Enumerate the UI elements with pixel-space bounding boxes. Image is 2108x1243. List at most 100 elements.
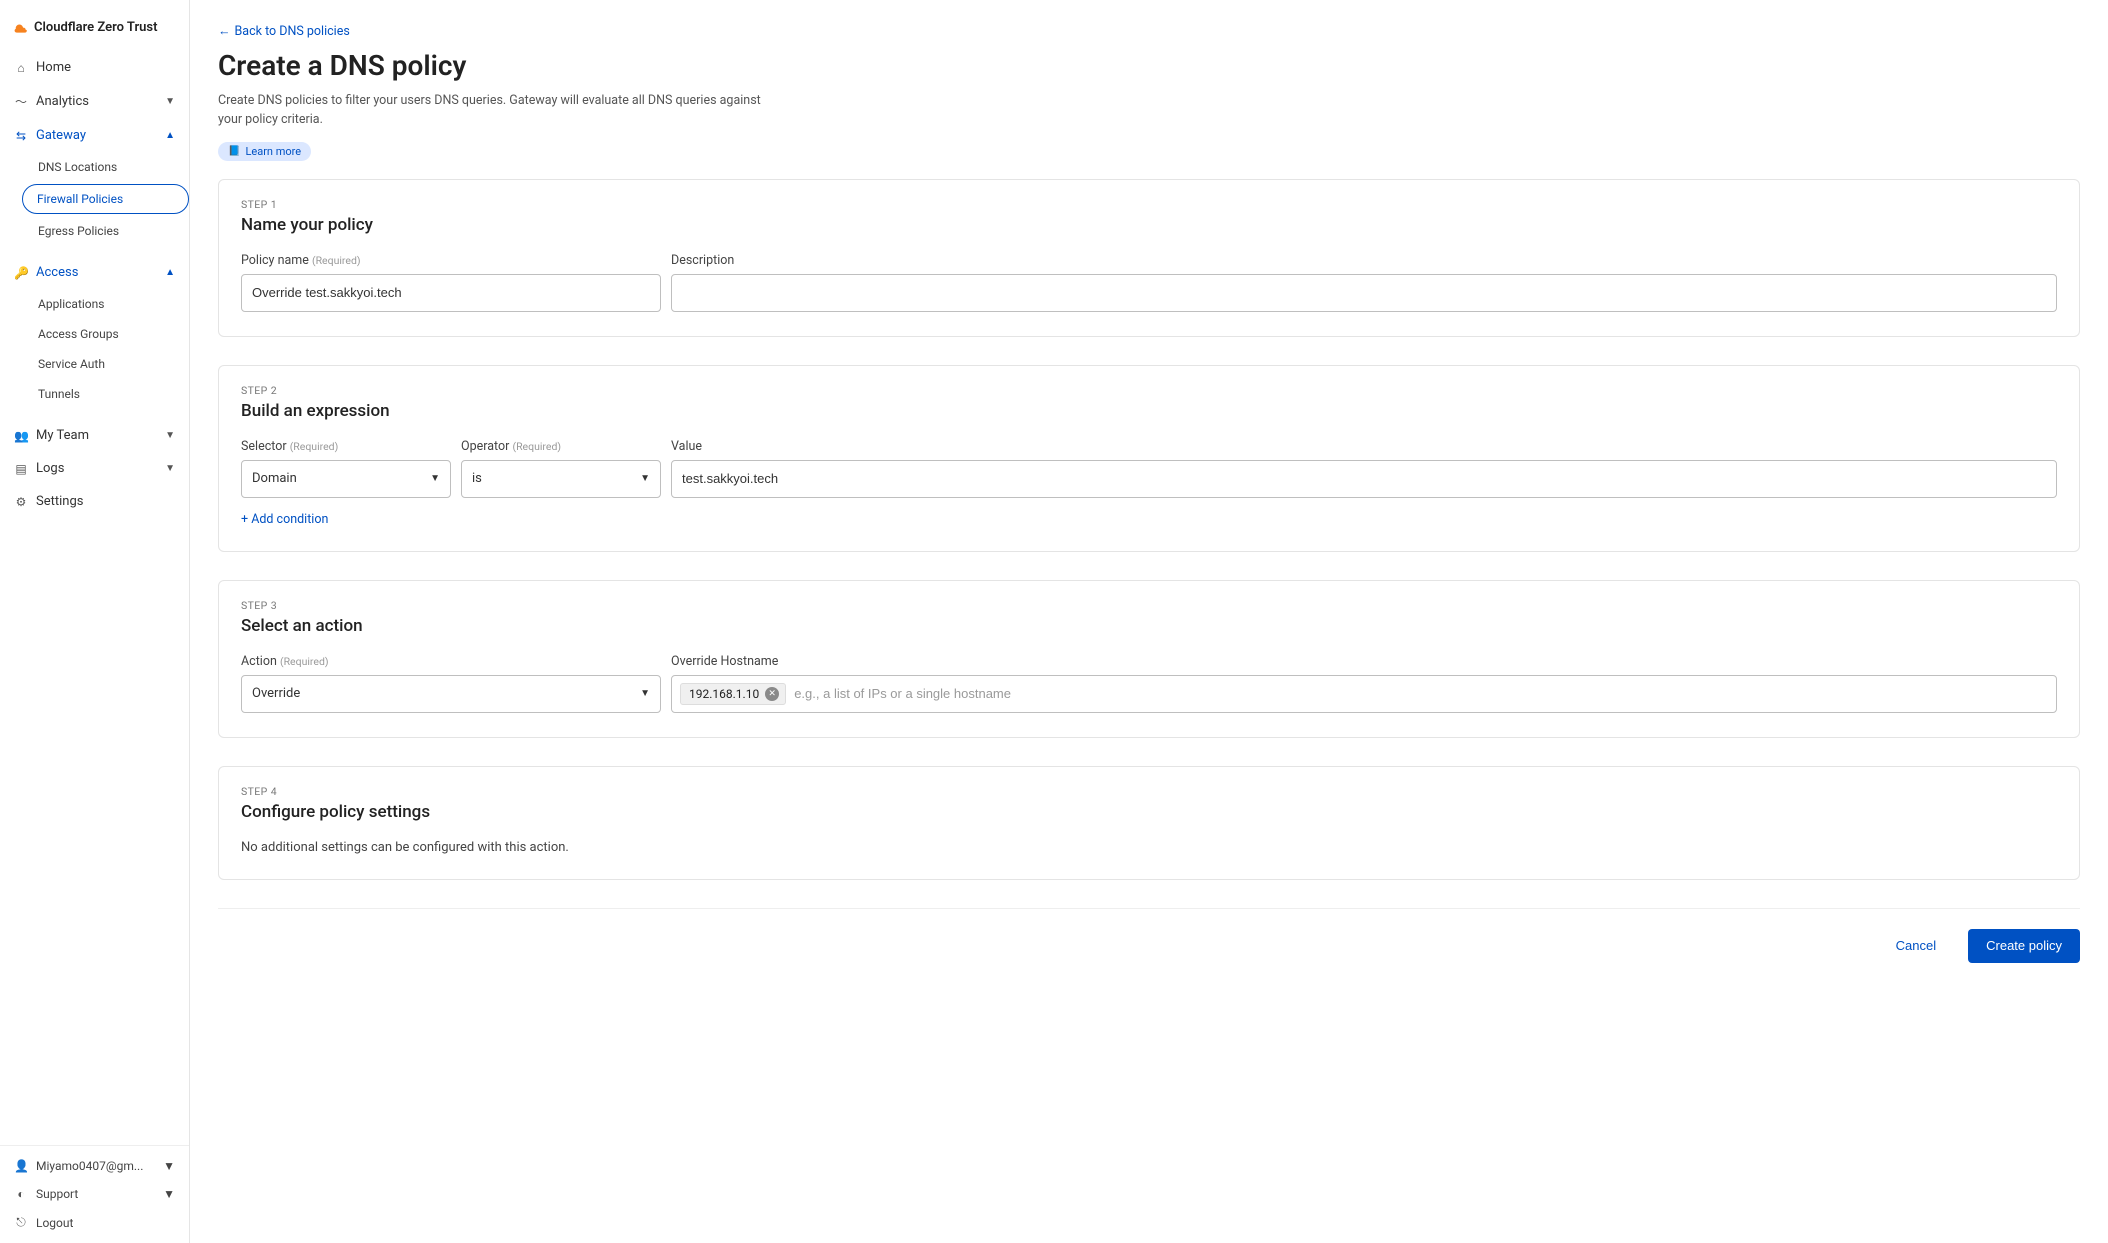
step-1-card: STEP 1 Name your policy Policy name (Req… xyxy=(218,179,2080,337)
sidebar-item-dns-locations[interactable]: DNS Locations xyxy=(0,152,189,182)
step-2-card: STEP 2 Build an expression Selector (Req… xyxy=(218,365,2080,552)
chevron-down-icon: ▼ xyxy=(640,473,650,484)
gear-icon: ⚙ xyxy=(14,495,28,509)
footer-support-label: Support xyxy=(36,1187,78,1201)
cloudflare-logo-icon xyxy=(14,21,28,35)
operator-dropdown[interactable]: is ▼ xyxy=(461,460,661,498)
back-link-label: Back to DNS policies xyxy=(235,24,350,39)
arrow-left-icon: ← xyxy=(218,24,231,39)
step-3-card: STEP 3 Select an action Action (Required… xyxy=(218,580,2080,738)
form-actions: Cancel Create policy xyxy=(218,908,2080,963)
policy-name-label: Policy name (Required) xyxy=(241,253,661,268)
sidebar-item-label: Service Auth xyxy=(38,357,105,371)
sidebar-item-access-groups[interactable]: Access Groups xyxy=(0,319,189,349)
policy-name-input[interactable] xyxy=(241,274,661,312)
step-label: STEP 3 xyxy=(241,599,2057,612)
add-condition-link[interactable]: + Add condition xyxy=(241,512,328,527)
page-description: Create DNS policies to filter your users… xyxy=(218,92,778,130)
sidebar-item-label: Home xyxy=(36,60,71,75)
sidebar: Cloudflare Zero Trust ⌂ Home 〜 Analytics… xyxy=(0,0,190,1243)
learn-more-label: Learn more xyxy=(245,145,301,158)
action-dropdown[interactable]: Override ▼ xyxy=(241,675,661,713)
step-label: STEP 1 xyxy=(241,198,2057,211)
footer-account-label: Miyamo0407@gm... xyxy=(36,1159,143,1173)
step-4-card: STEP 4 Configure policy settings No addi… xyxy=(218,766,2080,880)
chevron-down-icon: ▼ xyxy=(165,463,175,474)
sidebar-item-my-team[interactable]: 👥 My Team ▼ xyxy=(0,419,189,452)
user-icon: 👤 xyxy=(14,1159,28,1173)
sidebar-item-label: My Team xyxy=(36,428,89,443)
sidebar-item-logs[interactable]: ▤ Logs ▼ xyxy=(0,452,189,485)
create-policy-button[interactable]: Create policy xyxy=(1968,929,2080,963)
sidebar-item-egress-policies[interactable]: Egress Policies xyxy=(0,216,189,246)
tag-text: 192.168.1.10 xyxy=(689,687,759,701)
page-title: Create a DNS policy xyxy=(218,49,2080,82)
step-title: Name your policy xyxy=(241,215,2057,235)
sidebar-item-service-auth[interactable]: Service Auth xyxy=(0,349,189,379)
back-to-dns-policies-link[interactable]: ← Back to DNS policies xyxy=(218,20,350,49)
sidebar-item-label: DNS Locations xyxy=(38,160,117,174)
override-hostname-input[interactable]: 192.168.1.10 ✕ xyxy=(671,675,2057,713)
sidebar-item-label: Access Groups xyxy=(38,327,119,341)
sidebar-item-label: Analytics xyxy=(36,94,89,109)
sidebar-item-gateway[interactable]: ⇆ Gateway ▲ xyxy=(0,119,189,152)
footer-logout-label: Logout xyxy=(36,1216,73,1230)
team-icon: 👥 xyxy=(14,429,28,443)
override-hostname-text-input[interactable] xyxy=(794,686,2048,701)
field-label-text: Operator xyxy=(461,439,509,454)
step-title: Configure policy settings xyxy=(241,802,2057,822)
logout-icon: ⎋ xyxy=(14,1215,28,1230)
brand[interactable]: Cloudflare Zero Trust xyxy=(0,12,189,51)
value-input[interactable] xyxy=(671,460,2057,498)
required-hint: (Required) xyxy=(312,254,361,267)
sidebar-item-access[interactable]: 🔑 Access ▲ xyxy=(0,256,189,289)
sidebar-item-label: Logs xyxy=(36,461,64,476)
sidebar-footer: 👤 Miyamo0407@gm... ▼ ◐ Support ▼ ⎋ Logou… xyxy=(0,1145,189,1243)
field-label-text: Action xyxy=(241,654,277,669)
action-label: Action (Required) xyxy=(241,654,661,669)
step-4-body: No additional settings can be configured… xyxy=(241,840,2057,855)
sidebar-item-firewall-policies[interactable]: Firewall Policies xyxy=(22,184,189,214)
sidebar-item-tunnels[interactable]: Tunnels xyxy=(0,379,189,409)
chevron-down-icon: ▼ xyxy=(165,430,175,441)
learn-more-button[interactable]: 📘 Learn more xyxy=(218,142,311,161)
brand-title: Cloudflare Zero Trust xyxy=(34,20,157,35)
sidebar-item-home[interactable]: ⌂ Home xyxy=(0,51,189,84)
main-content: ← Back to DNS policies Create a DNS poli… xyxy=(190,0,2108,1243)
chevron-down-icon: ▼ xyxy=(430,473,440,484)
description-input[interactable] xyxy=(671,274,2057,312)
step-label: STEP 2 xyxy=(241,384,2057,397)
step-title: Build an expression xyxy=(241,401,2057,421)
cancel-button[interactable]: Cancel xyxy=(1878,929,1954,963)
footer-logout[interactable]: ⎋ Logout xyxy=(0,1208,189,1237)
chevron-down-icon: ▼ xyxy=(165,96,175,107)
operator-value: is xyxy=(472,471,482,486)
required-hint: (Required) xyxy=(512,440,561,453)
tag-remove-icon[interactable]: ✕ xyxy=(765,687,779,701)
required-hint: (Required) xyxy=(280,655,329,668)
selector-label: Selector (Required) xyxy=(241,439,451,454)
value-label: Value xyxy=(671,439,2057,454)
selector-dropdown[interactable]: Domain ▼ xyxy=(241,460,451,498)
footer-support[interactable]: ◐ Support ▼ xyxy=(0,1180,189,1208)
gateway-icon: ⇆ xyxy=(14,129,28,143)
chevron-down-icon: ▼ xyxy=(163,1187,175,1201)
field-label-text: Policy name xyxy=(241,253,309,268)
chevron-down-icon: ▼ xyxy=(640,688,650,699)
override-hostname-label: Override Hostname xyxy=(671,654,2057,669)
sidebar-top: Cloudflare Zero Trust ⌂ Home 〜 Analytics… xyxy=(0,0,189,1145)
sidebar-item-label: Tunnels xyxy=(38,387,80,401)
logs-icon: ▤ xyxy=(14,462,28,476)
selector-value: Domain xyxy=(252,471,297,486)
sidebar-item-settings[interactable]: ⚙ Settings xyxy=(0,485,189,518)
sidebar-item-label: Applications xyxy=(38,297,104,311)
sidebar-item-applications[interactable]: Applications xyxy=(0,289,189,319)
sidebar-item-label: Access xyxy=(36,265,78,280)
field-label-text: Selector xyxy=(241,439,287,454)
sidebar-item-analytics[interactable]: 〜 Analytics ▼ xyxy=(0,84,189,119)
step-title: Select an action xyxy=(241,616,2057,636)
chevron-down-icon: ▼ xyxy=(163,1159,175,1173)
home-icon: ⌂ xyxy=(14,61,28,75)
footer-account[interactable]: 👤 Miyamo0407@gm... ▼ xyxy=(0,1152,189,1180)
step-label: STEP 4 xyxy=(241,785,2057,798)
